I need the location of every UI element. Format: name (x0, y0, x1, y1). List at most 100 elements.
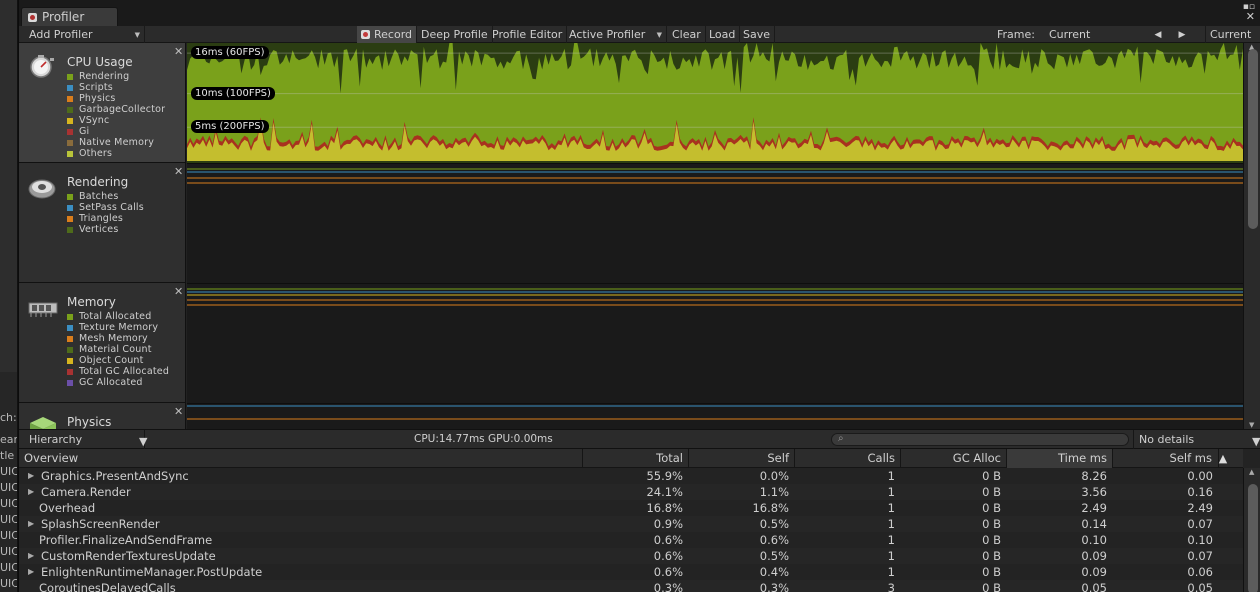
legend-item[interactable]: Native Memory (67, 137, 165, 148)
close-icon[interactable]: ✕ (174, 286, 183, 297)
legend-item[interactable]: Triangles (67, 213, 144, 224)
scrollbar-thumb[interactable] (1248, 49, 1258, 229)
add-profiler-dropdown[interactable]: Add Profiler ▼ (19, 26, 145, 43)
legend-item[interactable]: GarbageCollector (67, 104, 165, 115)
view-mode-dropdown[interactable]: Hierarchy ▼ (19, 430, 147, 449)
expand-arrow-icon[interactable]: ▶ (28, 564, 34, 580)
scrollbar-thumb[interactable] (1248, 484, 1258, 592)
load-button[interactable]: Load (705, 26, 741, 43)
column-header-self[interactable]: Self (689, 449, 795, 468)
legend-item[interactable]: Vertices (67, 224, 144, 235)
expand-arrow-icon[interactable]: ▶ (28, 468, 34, 484)
table-row[interactable]: CoroutinesDelayedCalls 0.3% 0.3% 3 0 B 0.05 0.… (19, 580, 1243, 592)
cell-time: 0.05 (1081, 581, 1107, 592)
cell-calls: 1 (887, 485, 895, 499)
row-name: CustomRenderTexturesUpdate (41, 549, 216, 563)
profile-editor-button[interactable]: Profile Editor (488, 26, 568, 43)
table-row[interactable]: Overhead 16.8% 16.8% 1 0 B 2.49 2.49 (19, 500, 1243, 516)
tab-profiler[interactable]: Profiler (21, 7, 118, 26)
legend-item[interactable]: Others (67, 148, 165, 159)
legend-item[interactable]: Total GC Allocated (67, 366, 169, 377)
expand-arrow-icon[interactable]: ▶ (28, 484, 34, 500)
profile-editor-label: Profile Editor (492, 28, 563, 41)
scroll-down-icon[interactable]: ▼ (1249, 421, 1254, 429)
legend-swatch (67, 139, 73, 146)
legend-item[interactable]: Batches (67, 191, 144, 202)
deep-profile-button[interactable]: Deep Profile (417, 26, 493, 43)
close-icon[interactable]: ✕ (174, 166, 183, 177)
sort-descending-icon[interactable]: ▲ (1210, 449, 1236, 468)
scroll-up-icon[interactable]: ▲ (1249, 468, 1254, 476)
close-x-icon[interactable]: ✕ (1246, 11, 1255, 22)
cell-self: 0.0% (759, 469, 789, 483)
legend-item[interactable]: VSync (67, 115, 165, 126)
cell-total: 0.9% (653, 517, 683, 531)
save-button[interactable]: Save (739, 26, 776, 43)
column-header-calls[interactable]: Calls (795, 449, 901, 468)
table-row[interactable]: ▶ Graphics.PresentAndSync 55.9% 0.0% 1 0 B 8.2… (19, 468, 1243, 484)
legend-item[interactable]: Mesh Memory (67, 333, 169, 344)
legend-item[interactable]: Total Allocated (67, 311, 169, 322)
table-row[interactable]: ▶ SplashScreenRender 0.9% 0.5% 1 0 B 0.14 0.07 (19, 516, 1243, 532)
legend-item[interactable]: SetPass Calls (67, 202, 144, 213)
column-header-overview[interactable]: Overview (19, 449, 583, 468)
current-frame-button[interactable]: Current (1205, 26, 1255, 43)
docked-text-fragment: UIC (0, 497, 18, 510)
cell-total: 55.9% (646, 469, 683, 483)
clear-label: Clear (672, 28, 701, 41)
docked-text-fragment: UIC (0, 465, 18, 478)
next-frame-icon[interactable]: ▶ (1175, 26, 1189, 43)
column-header-self-ms[interactable]: Self ms (1113, 449, 1219, 468)
column-header-time-ms[interactable]: Time ms (1007, 449, 1113, 468)
table-scrollbar[interactable]: ▲ (1243, 468, 1260, 592)
legend-item[interactable]: GC Allocated (67, 377, 169, 388)
profiler-charts: CPU Usage ✕ Rendering Scripts Physics Ga… (19, 43, 1260, 429)
column-header-total[interactable]: Total (583, 449, 689, 468)
clear-button[interactable]: Clear (668, 26, 706, 43)
active-profiler-dropdown[interactable]: Active Profiler ▼ (565, 26, 667, 43)
lane-rendering[interactable]: Rendering ✕ Batches SetPass Calls Triang… (19, 163, 186, 283)
legend-item[interactable]: Scripts (67, 82, 165, 93)
frame-label: Frame: (997, 28, 1035, 41)
legend-swatch (67, 368, 73, 375)
expand-arrow-icon[interactable]: ▶ (28, 516, 34, 532)
cell-calls: 1 (887, 565, 895, 579)
legend-item[interactable]: Gi (67, 126, 165, 137)
legend-swatch (67, 346, 73, 353)
expand-arrow-icon[interactable]: ▶ (28, 548, 34, 564)
legend-label: GC Allocated (79, 377, 143, 388)
close-icon[interactable]: ✕ (174, 406, 183, 417)
cpu-usage-chart (187, 43, 1243, 161)
legend-item[interactable]: Object Count (67, 355, 169, 366)
column-header-gc-alloc[interactable]: GC Alloc (901, 449, 1007, 468)
legend-item[interactable]: Rendering (67, 71, 165, 82)
lane-cpu-usage[interactable]: CPU Usage ✕ Rendering Scripts Physics Ga… (19, 43, 186, 163)
legend-swatch (67, 150, 73, 157)
table-row[interactable]: ▶ CustomRenderTexturesUpdate 0.6% 0.5% 1 0 B 0… (19, 548, 1243, 564)
search-input[interactable]: ⌕ (831, 433, 1129, 446)
prev-frame-icon[interactable]: ◀ (1151, 26, 1165, 43)
charts-scrollbar[interactable]: ▲ ▼ (1243, 43, 1260, 429)
table-row[interactable]: ▶ Camera.Render 24.1% 1.1% 1 0 B 3.56 0.16 (19, 484, 1243, 500)
cell-calls: 1 (887, 517, 895, 531)
docked-panel-strip: ch: ear tle UIC UIC UIC UIC UIC UIC UIC … (0, 0, 18, 592)
legend-label: Texture Memory (79, 322, 159, 333)
legend-item[interactable]: Material Count (67, 344, 169, 355)
legend-item[interactable]: Physics (67, 93, 165, 104)
lane-divider (187, 283, 1243, 284)
details-dropdown[interactable]: No details ▼ (1133, 430, 1260, 449)
close-icon[interactable]: ✕ (174, 46, 183, 57)
docked-panel-upper (0, 0, 17, 372)
legend-label: Vertices (79, 224, 119, 235)
table-row[interactable]: Profiler.FinalizeAndSendFrame 0.6% 0.6% 1 0 … (19, 532, 1243, 548)
legend-swatch (67, 215, 73, 222)
lane-physics[interactable]: Physics ✕ (19, 403, 186, 429)
table-row[interactable]: ▶ EnlightenRuntimeManager.PostUpdate 0.6% 0… (19, 564, 1243, 580)
record-button[interactable]: Record (357, 26, 418, 43)
lane-memory[interactable]: Memory ✕ Total Allocated Texture Memory … (19, 283, 186, 403)
chart-area[interactable]: 16ms (60FPS) 10ms (100FPS) 5ms (200FPS) (187, 43, 1243, 429)
row-name: Overhead (39, 501, 96, 515)
rendering-legend: Batches SetPass Calls Triangles Vertices (67, 191, 144, 235)
legend-item[interactable]: Texture Memory (67, 322, 169, 333)
cell-gc: 0 B (982, 565, 1001, 579)
